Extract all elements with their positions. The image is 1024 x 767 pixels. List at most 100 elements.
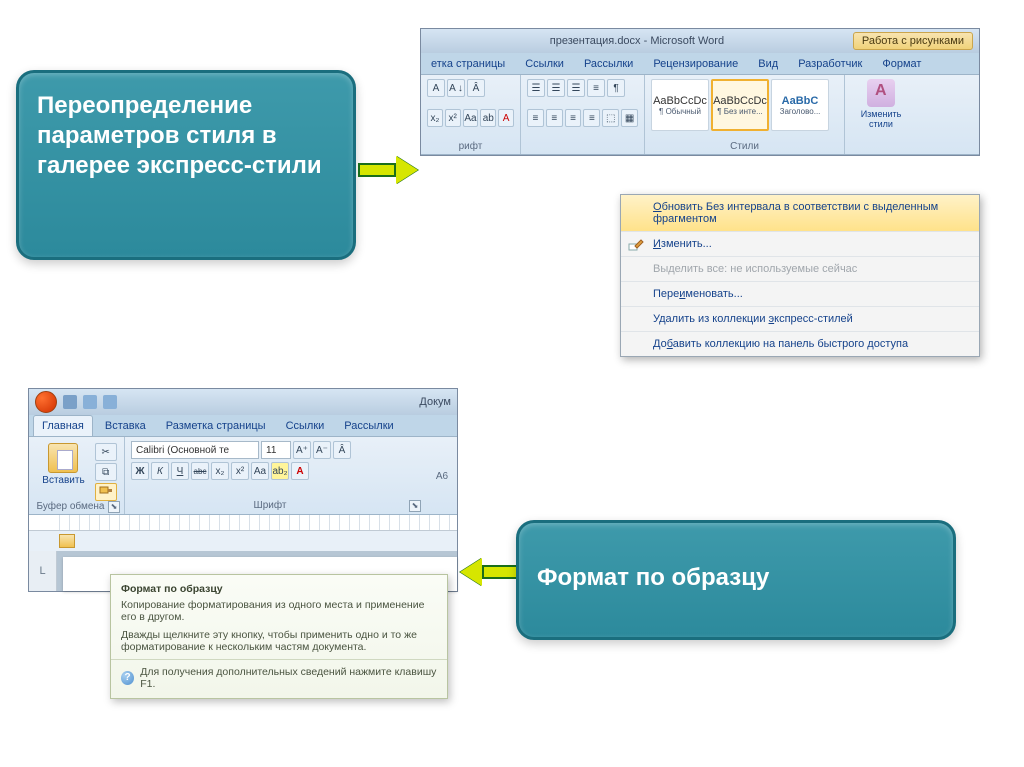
justify-icon[interactable]: ≡ xyxy=(583,109,600,127)
window-title: презентация.docx - Microsoft Word xyxy=(550,35,724,47)
partial-label: А6 xyxy=(436,471,448,482)
group-label-styles: Стили xyxy=(651,139,838,152)
align-center-icon[interactable]: ≡ xyxy=(546,109,563,127)
tab-home[interactable]: Главная xyxy=(33,415,93,436)
style-no-spacing[interactable]: AaBbCcDc ¶ Без инте... xyxy=(711,79,769,131)
menu-item-label: Добавить коллекцию на панель быстрого до… xyxy=(653,338,908,350)
change-case-button[interactable]: Aa xyxy=(251,462,269,480)
shading-icon[interactable]: ⬚ xyxy=(602,109,619,127)
multilevel-icon[interactable]: ☰ xyxy=(567,79,585,97)
highlight-button[interactable]: ab₂ xyxy=(271,462,289,480)
superscript-button[interactable]: x² xyxy=(231,462,249,480)
font-grow-icon[interactable]: A xyxy=(427,79,445,97)
tooltip-separator xyxy=(111,659,447,660)
qat-save-icon[interactable] xyxy=(63,395,77,409)
tooltip-title: Формат по образцу xyxy=(121,583,437,595)
titlebar: Докум xyxy=(29,389,457,415)
shrink-font-icon[interactable]: A⁻ xyxy=(313,441,331,459)
menu-remove-from-gallery[interactable]: Удалить из коллекции экспресс-стилей xyxy=(621,307,979,332)
align-right-icon[interactable]: ≡ xyxy=(565,109,582,127)
style-name: ¶ Без инте... xyxy=(717,107,763,116)
qat-undo-icon[interactable] xyxy=(83,395,97,409)
strike-button[interactable]: abc xyxy=(191,462,209,480)
menu-add-to-qat[interactable]: Добавить коллекцию на панель быстрого до… xyxy=(621,332,979,356)
brush-icon xyxy=(99,486,113,498)
group-label-clipboard: Буфер обмена xyxy=(33,501,108,513)
paste-label: Вставить xyxy=(42,475,84,486)
tab-references[interactable]: Ссылки xyxy=(278,416,333,436)
group-label-paragraph xyxy=(527,139,638,152)
grow-font-icon[interactable]: A⁺ xyxy=(293,441,311,459)
menu-item-label: Переименовать... xyxy=(653,288,743,300)
tab-page-layout[interactable]: етка страницы xyxy=(425,55,511,73)
subscript-button[interactable]: x₂ xyxy=(211,462,229,480)
numbering-icon[interactable]: ☰ xyxy=(547,79,565,97)
font-color-button[interactable]: A xyxy=(291,462,309,480)
change-styles-label: Изменить стили xyxy=(851,109,911,129)
style-name: Заголово... xyxy=(780,107,821,116)
menu-modify[interactable]: Изменить... xyxy=(621,232,979,257)
show-marks-icon[interactable]: ¶ xyxy=(607,79,625,97)
brush-icon[interactable] xyxy=(59,534,75,548)
qat-redo-icon[interactable] xyxy=(103,395,117,409)
menu-update-to-match[interactable]: Обновить Без интервала в соответствии с … xyxy=(621,195,979,232)
underline-button[interactable]: Ч xyxy=(171,462,189,480)
menu-item-label: Удалить из коллекции экспресс-стилей xyxy=(653,313,853,325)
change-case-icon[interactable]: Aa xyxy=(463,109,479,127)
superscript-icon[interactable]: x² xyxy=(445,109,461,127)
highlight-icon[interactable]: ab xyxy=(480,109,496,127)
borders-icon[interactable]: ▦ xyxy=(621,109,638,127)
vertical-ruler[interactable]: L xyxy=(29,551,57,591)
tab-references[interactable]: Ссылки xyxy=(519,55,570,73)
menu-item-label: Выделить все: не используемые сейчас xyxy=(653,263,857,275)
change-styles-icon xyxy=(867,79,895,107)
bold-button[interactable]: Ж xyxy=(131,462,149,480)
cut-icon[interactable]: ✂ xyxy=(95,443,117,461)
window-title-partial: Докум xyxy=(419,396,451,408)
tab-mailings[interactable]: Рассылки xyxy=(336,416,401,436)
format-painter-button[interactable] xyxy=(95,483,117,501)
tab-format[interactable]: Формат xyxy=(876,55,927,73)
font-combo[interactable]: Calibri (Основной те xyxy=(131,441,259,459)
arrow-right xyxy=(358,156,418,184)
dialog-launcher-icon[interactable]: ⬊ xyxy=(409,500,421,512)
clear-format-icon[interactable]: Â xyxy=(467,79,485,97)
italic-button[interactable]: К xyxy=(151,462,169,480)
align-left-icon[interactable]: ≡ xyxy=(527,109,544,127)
menu-rename[interactable]: Переименовать... xyxy=(621,282,979,307)
format-painter-tooltip: Формат по образцу Копирование форматиров… xyxy=(110,574,448,699)
tooltip-help-row: ? Для получения дополнительных сведений … xyxy=(121,666,437,690)
subscript-icon[interactable]: x₂ xyxy=(427,109,443,127)
callout-text: Переопределение параметров стиля в галер… xyxy=(37,92,322,179)
dialog-launcher-icon[interactable]: ⬊ xyxy=(108,501,120,513)
bullets-icon[interactable]: ☰ xyxy=(527,79,545,97)
modify-icon xyxy=(627,236,645,254)
style-normal[interactable]: AaBbCcDc ¶ Обычный xyxy=(651,79,709,131)
tab-review[interactable]: Рецензирование xyxy=(647,55,744,73)
clear-format-icon[interactable]: Â xyxy=(333,441,351,459)
office-button-icon[interactable] xyxy=(35,391,57,413)
size-combo[interactable]: 11 xyxy=(261,441,291,459)
arrow-head-icon xyxy=(460,558,482,586)
tab-view[interactable]: Вид xyxy=(752,55,784,73)
font-shrink-icon[interactable]: A ↓ xyxy=(447,79,465,97)
style-heading[interactable]: AaBbC Заголово... xyxy=(771,79,829,131)
group-paragraph: ☰ ☰ ☰ ≡ ¶ ≡ ≡ ≡ ≡ ⬚ ▦ xyxy=(521,75,645,154)
decrease-indent-icon[interactable]: ≡ xyxy=(587,79,605,97)
titlebar: презентация.docx - Microsoft Word Работа… xyxy=(421,29,979,53)
tab-mailings[interactable]: Рассылки xyxy=(578,55,639,73)
style-preview: AaBbC xyxy=(782,95,819,107)
copy-icon[interactable]: ⧉ xyxy=(95,463,117,481)
ribbon: A A ↓ Â x₂ x² Aa ab A рифт ☰ ☰ ☰ ≡ ¶ xyxy=(421,75,979,155)
font-color-icon[interactable]: A xyxy=(498,109,514,127)
paste-icon xyxy=(48,443,78,473)
style-preview: AaBbCcDc xyxy=(653,95,707,107)
tab-insert[interactable]: Вставка xyxy=(97,416,154,436)
menu-item-label: Изменить... xyxy=(653,238,712,250)
tab-page-layout[interactable]: Разметка страницы xyxy=(158,416,274,436)
tab-developer[interactable]: Разработчик xyxy=(792,55,868,73)
group-font: A A ↓ Â x₂ x² Aa ab A рифт xyxy=(421,75,521,154)
change-styles-button[interactable]: Изменить стили xyxy=(851,79,911,129)
horizontal-ruler[interactable] xyxy=(29,515,457,531)
paste-button[interactable]: Вставить xyxy=(36,441,90,501)
